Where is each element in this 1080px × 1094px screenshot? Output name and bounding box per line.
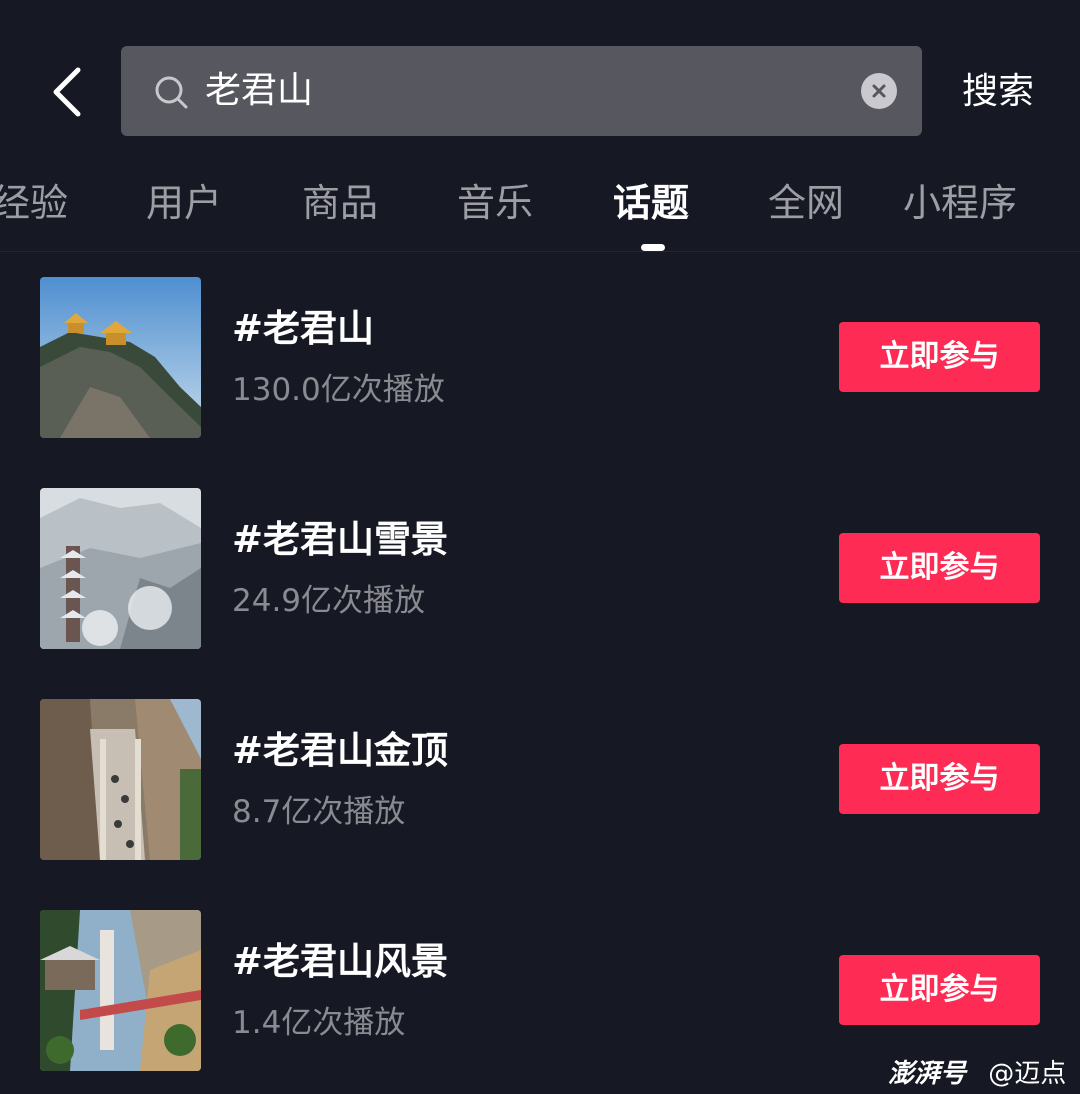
- search-header: 搜索: [0, 0, 1080, 150]
- topic-thumbnail[interactable]: [40, 277, 201, 438]
- topic-title[interactable]: #老君山: [232, 305, 374, 353]
- tab-experience[interactable]: 经验: [0, 178, 68, 228]
- tab-mini-programs[interactable]: 小程序: [903, 178, 1017, 228]
- topic-title[interactable]: #老君山雪景: [232, 516, 448, 564]
- join-topic-button[interactable]: 立即参与: [839, 744, 1040, 814]
- active-tab-indicator: [641, 244, 665, 251]
- topic-thumbnail[interactable]: [40, 699, 201, 860]
- search-bar[interactable]: [121, 46, 922, 136]
- topic-title[interactable]: #老君山金顶: [232, 727, 448, 775]
- watermark: 澎湃号 @迈点: [888, 1054, 1066, 1094]
- join-topic-button[interactable]: 立即参与: [839, 322, 1040, 392]
- search-icon: [155, 76, 188, 109]
- topic-title[interactable]: #老君山风景: [232, 938, 448, 986]
- topic-row[interactable]: #老君山 130.0亿次播放 立即参与: [0, 277, 1080, 439]
- tab-products[interactable]: 商品: [302, 178, 378, 228]
- join-topic-button[interactable]: 立即参与: [839, 533, 1040, 603]
- tab-music[interactable]: 音乐: [457, 178, 533, 228]
- tab-all-web[interactable]: 全网: [768, 178, 844, 228]
- back-button[interactable]: [40, 58, 96, 126]
- topic-thumbnail[interactable]: [40, 910, 201, 1071]
- topic-play-count: 24.9亿次播放: [232, 583, 426, 619]
- join-topic-button[interactable]: 立即参与: [839, 955, 1040, 1025]
- back-chevron-icon: [53, 67, 81, 117]
- watermark-author: @迈点: [988, 1059, 1067, 1089]
- clear-button[interactable]: [861, 73, 897, 109]
- search-submit-button[interactable]: 搜索: [962, 62, 1034, 122]
- tab-topics[interactable]: 话题: [613, 178, 689, 228]
- topic-row[interactable]: #老君山风景 1.4亿次播放 立即参与: [0, 910, 1080, 1072]
- search-results-page: 搜索 经验 用户 商品 音乐 话题 全网 小程序: [0, 0, 1080, 1094]
- result-tabs: 经验 用户 商品 音乐 话题 全网 小程序: [0, 160, 1080, 252]
- topic-play-count: 8.7亿次播放: [232, 794, 406, 830]
- topic-row[interactable]: #老君山雪景 24.9亿次播放 立即参与: [0, 488, 1080, 650]
- topic-thumbnail[interactable]: [40, 488, 201, 649]
- clear-icon: [872, 84, 886, 98]
- topic-play-count: 1.4亿次播放: [232, 1005, 406, 1041]
- search-input[interactable]: [205, 46, 845, 136]
- watermark-logo: 澎湃号: [888, 1059, 967, 1089]
- tab-users[interactable]: 用户: [146, 178, 222, 228]
- topic-row[interactable]: #老君山金顶 8.7亿次播放 立即参与: [0, 699, 1080, 861]
- topic-play-count: 130.0亿次播放: [232, 372, 445, 408]
